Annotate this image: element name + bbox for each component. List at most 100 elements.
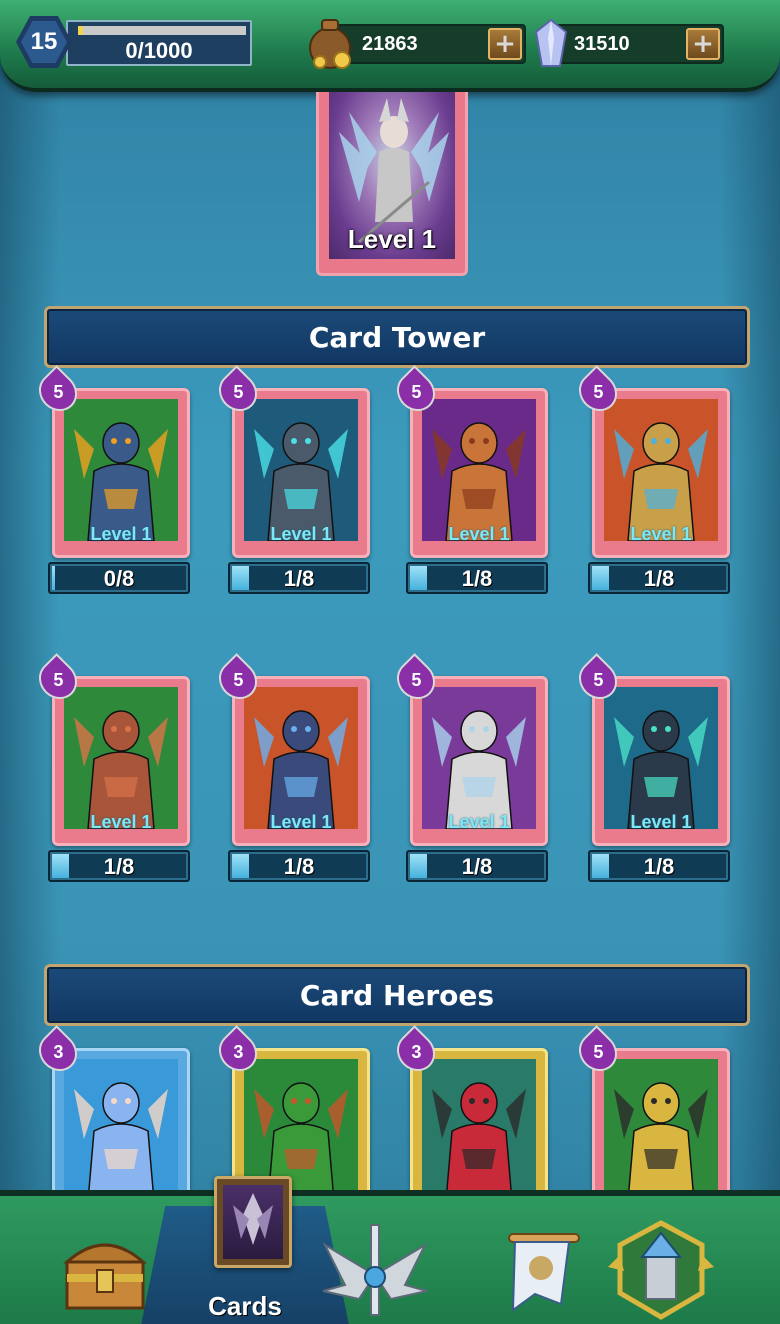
rank-number: 5 [410,381,422,402]
add-gems-button[interactable]: + [686,28,720,60]
tower-card[interactable]: 5 Level 1 1/8 [211,653,400,886]
nav-quests[interactable] [474,1214,604,1324]
card-progress-bar: 1/8 [406,562,548,594]
nav-clan[interactable] [596,1214,726,1324]
treasure-chest-icon [63,1243,147,1310]
tower-card[interactable]: 5 Level 1 1/8 [389,653,578,886]
plus-icon: + [494,29,516,59]
rank-number: 5 [410,669,422,690]
card-progress-text: 1/8 [643,566,675,591]
cards-icon-art [223,1185,283,1259]
tower-card[interactable]: 5 Level 1 1/8 [31,653,220,886]
dragon-portrait [64,399,178,541]
rank-number: 3 [232,1041,244,1062]
card-art [422,399,536,541]
dark-knight-mini-icon [233,1193,273,1245]
card-art [422,687,536,829]
player-level-badge[interactable]: 15 [16,16,72,68]
rock-giant-portrait [64,687,178,829]
top-hud: 0/1000 15 21863 + 31510 + [0,0,780,92]
gem-counter: 31510 + [548,24,724,64]
knight-portrait [604,399,718,541]
card-level-label: Level 1 [630,524,692,544]
rank-number: 5 [52,381,64,402]
winged-sword-icon [322,1224,428,1316]
card-level-label: Level 1 [90,812,152,832]
blue-hair-girl-portrait [64,1059,178,1201]
rank-number: 5 [232,381,244,402]
cards-icon [214,1176,292,1268]
card-progress-bar: 1/8 [588,562,730,594]
bottom-nav: Cards [0,1190,780,1324]
rank-number: 5 [592,669,604,690]
card-art [64,399,178,541]
card-progress-bar: 1/8 [48,850,190,882]
add-gold-button[interactable]: + [488,28,522,60]
card-level-label: Level 1 [270,812,332,832]
section-title-card-heroes: Card Heroes [299,978,495,1012]
tower-card[interactable]: 5 Level 1 1/8 [389,365,578,598]
gold-counter: 21863 + [336,24,526,64]
rank-number: 5 [52,669,64,690]
rank-number: 3 [410,1041,422,1062]
golem-portrait [244,399,358,541]
card-progress-bar: 1/8 [588,850,730,882]
card-progress-text: 1/8 [643,854,675,879]
rank-number: 3 [52,1041,64,1062]
card-art [604,687,718,829]
witch-portrait [422,399,536,541]
xp-bar-fill [78,26,84,35]
section-banner-card-tower: Card Tower [44,306,750,368]
bearded-warrior-portrait [604,1059,718,1201]
tower-crest-icon [608,1220,714,1320]
card-progress-text: 1/8 [283,566,315,591]
xp-text: 0/1000 [125,38,193,63]
dark-knight-portrait [604,687,718,829]
tower-card[interactable]: 5 Level 1 1/8 [211,365,400,598]
card-progress-bar: 1/8 [228,562,370,594]
gold-sack-icon [309,19,351,69]
card-art [604,399,718,541]
nav-battle[interactable] [310,1214,440,1324]
section-banner-card-heroes: Card Heroes [44,964,750,1026]
card-progress-bar: 0/8 [48,562,190,594]
card-art [244,687,358,829]
rank-number: 5 [592,1041,604,1062]
xp-panel: 0/1000 [66,20,252,66]
card-art [244,399,358,541]
card-art [422,1059,536,1201]
plus-icon: + [692,29,714,59]
card-progress-text: 1/8 [103,854,135,879]
tower-card[interactable]: 5 Level 1 1/8 [571,365,760,598]
player-level-text: 15 [21,21,67,63]
valkyrie-portrait [422,687,536,829]
card-progress-text: 1/8 [283,854,315,879]
ogre-portrait [244,687,358,829]
card-progress-bar: 1/8 [406,850,548,882]
card-level-label: Level 1 [630,812,692,832]
featured-card[interactable]: Level 1 [316,92,468,276]
section-title-card-tower: Card Tower [308,320,486,354]
crystal-icon [534,18,568,67]
card-progress-text: 1/8 [461,854,493,879]
card-progress-text: 0/8 [103,566,135,591]
tower-card[interactable]: 5 Level 1 0/8 [31,365,220,598]
card-art [604,1059,718,1201]
rank-number: 5 [592,381,604,402]
card-level-label: Level 1 [90,524,152,544]
card-level-label: Level 1 [270,524,332,544]
card-art [64,687,178,829]
tower-card[interactable]: 5 Level 1 1/8 [571,653,760,886]
card-level-label: Level 1 [448,812,510,832]
card-level-label: Level 1 [448,524,510,544]
banner-flag-icon [508,1233,580,1313]
card-progress-bar: 1/8 [228,850,370,882]
gem-value: 31510 [574,33,630,55]
gold-value: 21863 [362,33,418,55]
rank-number: 5 [232,669,244,690]
featured-card-art: Level 1 [329,92,455,259]
red-robots-portrait [422,1059,536,1201]
card-art [64,1059,178,1201]
xp-bar [78,26,246,35]
featured-card-level: Level 1 [347,224,437,254]
